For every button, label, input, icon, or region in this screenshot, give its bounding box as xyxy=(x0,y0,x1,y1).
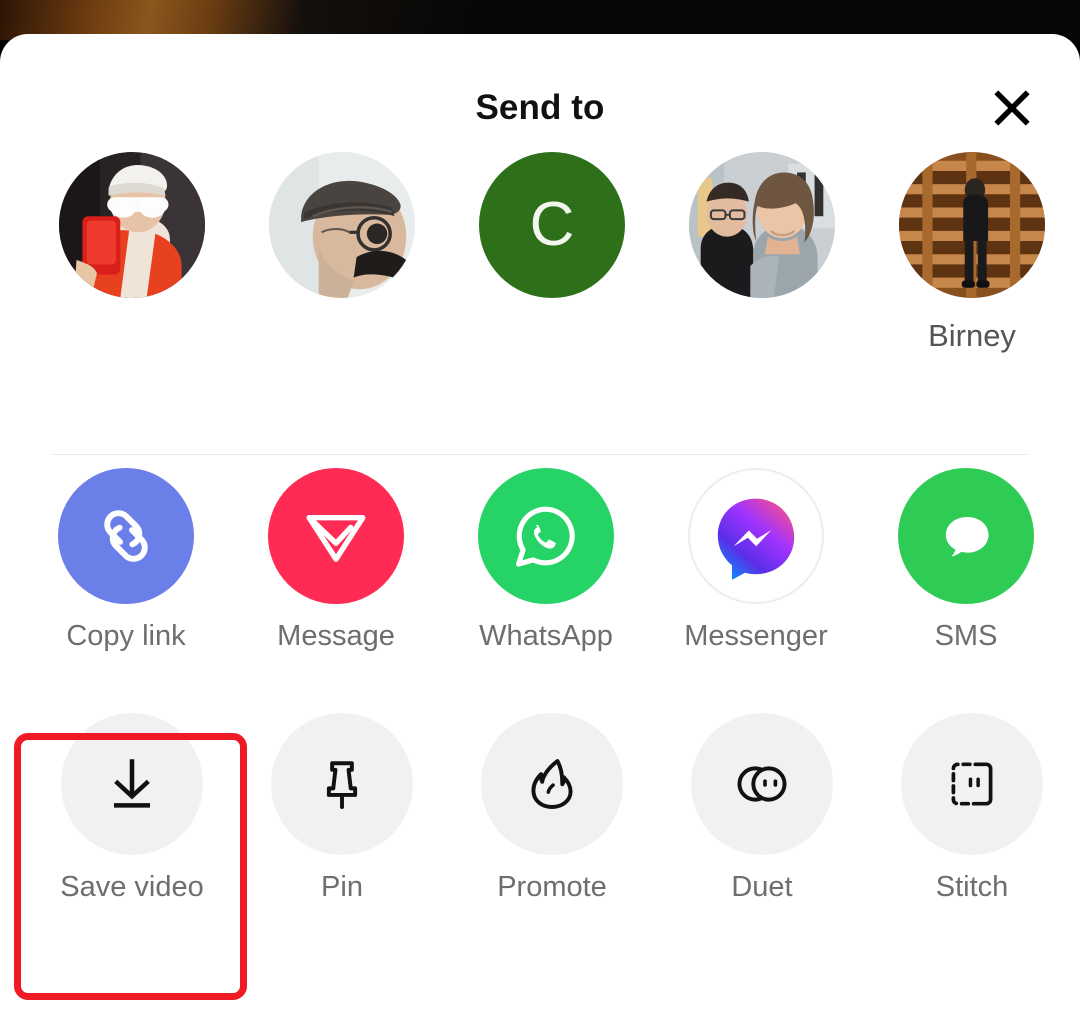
action-duet[interactable]: Duet xyxy=(657,713,867,904)
recipient-item-5[interactable]: Birney xyxy=(867,152,1077,354)
share-target-message[interactable]: Message xyxy=(231,468,441,653)
pin-circle xyxy=(271,713,413,855)
action-promote[interactable]: Promote xyxy=(447,713,657,904)
avatar-initial: C xyxy=(529,190,575,259)
chain-link-icon xyxy=(104,510,148,562)
avatar: C xyxy=(479,152,625,298)
promote-circle xyxy=(481,713,623,855)
push-pin-icon xyxy=(326,761,358,809)
action-label: Stitch xyxy=(935,871,1009,903)
sms-circle xyxy=(898,468,1034,604)
recipient-label: Birney xyxy=(928,318,1016,353)
section-divider xyxy=(52,454,1028,455)
share-target-label: Copy link xyxy=(66,620,186,652)
share-target-row: Copy link Message WhatsApp Messenger SMS xyxy=(0,468,1080,683)
action-save-video[interactable]: Save video xyxy=(27,713,237,904)
copy-link-circle xyxy=(58,468,194,604)
download-arrow-icon xyxy=(114,759,150,808)
action-row: Save video Pin Promote Duet Stitch xyxy=(0,713,1080,928)
share-target-sms[interactable]: SMS xyxy=(861,468,1071,653)
sms-bubble-icon xyxy=(945,517,989,557)
messenger-circle xyxy=(688,468,824,604)
avatar xyxy=(899,152,1045,298)
share-target-label: Message xyxy=(277,620,395,652)
action-label: Duet xyxy=(731,871,793,903)
recipient-item-2[interactable] xyxy=(237,152,447,318)
recipient-item-4[interactable] xyxy=(657,152,867,318)
recipient-row: C Birney xyxy=(0,152,1080,402)
avatar-photo-two-people-icon xyxy=(689,152,835,298)
action-label: Save video xyxy=(60,871,204,903)
avatar-photo-person-wooden-pallets-icon xyxy=(899,152,1045,298)
action-stitch[interactable]: Stitch xyxy=(867,713,1077,904)
share-target-whatsapp[interactable]: WhatsApp xyxy=(441,468,651,653)
sheet-title: Send to xyxy=(475,88,605,127)
action-pin[interactable]: Pin xyxy=(237,713,447,904)
screen: Send to C Birney Copy link Message Whats… xyxy=(0,0,1080,1032)
recipient-item-3[interactable]: C xyxy=(447,152,657,318)
recipient-item-1[interactable] xyxy=(27,152,237,318)
share-target-messenger[interactable]: Messenger xyxy=(651,468,861,653)
stitch-frame-icon xyxy=(951,762,993,806)
paper-plane-icon xyxy=(306,515,366,562)
share-target-copy-link[interactable]: Copy link xyxy=(21,468,231,653)
action-label: Promote xyxy=(497,871,607,903)
whatsapp-icon xyxy=(516,506,575,567)
avatar xyxy=(689,152,835,298)
message-circle xyxy=(268,468,404,604)
share-target-label: Messenger xyxy=(684,620,828,652)
avatar xyxy=(59,152,205,298)
share-target-label: SMS xyxy=(934,620,998,652)
share-target-label: WhatsApp xyxy=(479,620,613,652)
avatar-photo-person-bandana-sunglasses-icon xyxy=(59,152,205,298)
stitch-circle xyxy=(901,713,1043,855)
share-sheet: Send to C Birney Copy link Message Whats… xyxy=(0,34,1080,1032)
avatar xyxy=(269,152,415,298)
avatar-photo-person-flat-cap-icon xyxy=(269,152,415,298)
share-sheet-header: Send to xyxy=(0,34,1080,142)
whatsapp-circle xyxy=(478,468,614,604)
save-video-circle xyxy=(61,713,203,855)
duet-circles-icon xyxy=(737,766,787,802)
action-label: Pin xyxy=(321,871,363,903)
messenger-icon xyxy=(717,498,795,580)
close-x-icon xyxy=(994,90,1030,126)
flame-icon xyxy=(531,759,573,809)
duet-circle xyxy=(691,713,833,855)
close-button[interactable] xyxy=(990,86,1034,130)
